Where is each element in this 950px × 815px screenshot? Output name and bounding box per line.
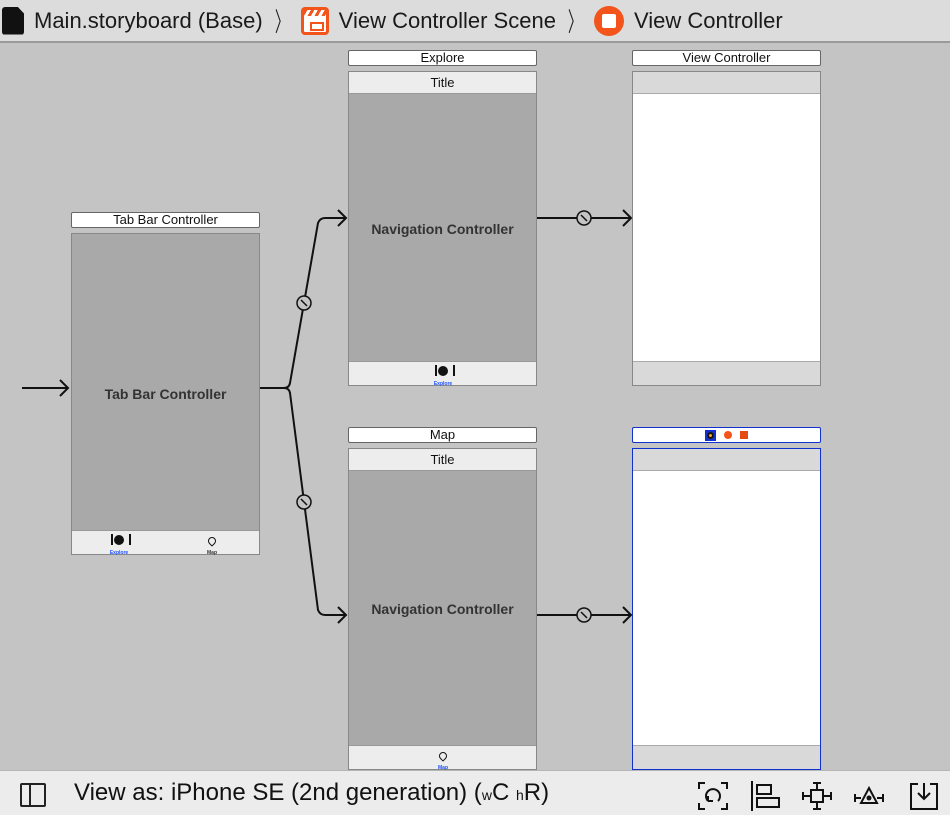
tab-label: Map [207,550,217,556]
tab-bar: Explore Map [72,530,259,556]
breadcrumb-item-scene[interactable]: View Controller Scene [300,6,556,35]
navigation-bar: Title [349,72,536,94]
tab-label: Explore [433,381,453,387]
navigation-controller-explore-frame[interactable]: Title Navigation Controller Explore [348,71,537,387]
tab-item-map[interactable]: Map [423,747,463,770]
breadcrumb-item-storyboard[interactable]: Main.storyboard (Base) [2,6,263,35]
tab-item-map[interactable]: Map [192,532,232,556]
fork-knife-icon [111,534,131,545]
breadcrumb-item-view-controller[interactable]: View Controller [593,5,783,36]
tab-bar: Map [349,745,536,770]
segue-badge [576,210,592,226]
view-as-label: View as: iPhone SE (2nd generation) ( [74,779,482,806]
tab-bar [633,361,820,385]
tab-label: Explore [109,550,129,556]
segue-badge [576,607,592,623]
embed-in-icon[interactable] [908,781,940,811]
segue-badge [296,494,312,510]
update-frames-icon[interactable] [697,781,729,811]
navigation-controller-map-frame[interactable]: Title Navigation Controller Map [348,448,537,770]
navigation-bar [633,449,820,471]
view-as-device-button[interactable]: View as: iPhone SE (2nd generation) (wC … [74,779,549,807]
map-pin-icon [206,535,218,547]
navigation-bar [633,72,820,94]
document-outline-toggle-icon[interactable] [20,783,46,807]
tab-item-explore[interactable]: Explore [99,532,139,556]
breadcrumb-label: View Controller Scene [338,7,556,33]
width-class-value: C [491,779,510,806]
add-new-constraints-icon[interactable] [801,781,833,811]
align-icon[interactable] [749,781,781,811]
fork-knife-icon [435,365,455,376]
relationship-segue-explore [260,209,348,389]
exit-icon[interactable] [740,431,748,439]
view-controller-map-frame[interactable] [632,448,821,770]
navigation-bar: Title [349,449,536,471]
height-class-prefix: h [515,787,524,803]
segue-badge [296,295,312,311]
map-pin-icon [437,750,449,762]
scene-label: Navigation Controller [371,601,514,617]
resolve-auto-layout-issues-icon[interactable] [853,781,885,811]
breadcrumb-label: View Controller [633,7,783,33]
tab-bar: Explore [349,361,536,387]
view-controller-icon[interactable] [705,429,716,441]
scene-title-map[interactable]: Map [348,427,537,443]
root-segue-explore [537,209,633,227]
bottom-bar: View as: iPhone SE (2nd generation) (wC … [0,770,950,815]
scene-icon [300,6,329,35]
tab-item-explore[interactable]: Explore [423,363,463,387]
view-controller-explore-frame[interactable] [632,71,821,386]
view-content[interactable] [633,471,820,745]
first-responder-icon[interactable] [724,431,732,439]
view-controller-icon [593,5,624,36]
width-class-prefix: w [481,787,492,803]
initial-vc-arrow [22,379,70,397]
scene-title-view-controller[interactable]: View Controller [632,50,821,66]
relationship-segue-map [283,387,348,624]
view-content[interactable] [633,94,820,361]
height-class-value: R [523,779,542,806]
scene-title-explore[interactable]: Explore [348,50,537,66]
jump-bar: Main.storyboard (Base) 〉 View Controller… [0,0,950,43]
scene-label: Navigation Controller [371,220,514,237]
breadcrumb-separator: 〉 [274,7,289,37]
storyboard-canvas[interactable]: Tab Bar Controller Tab Bar Controller Ex… [0,45,950,770]
tab-bar-controller-frame[interactable]: Tab Bar Controller Explore Map [71,233,260,556]
scene-title-tab-bar-controller[interactable]: Tab Bar Controller [71,212,260,228]
view-as-suffix: ) [541,779,550,806]
scene-dock[interactable] [632,427,821,443]
breadcrumb-label: Main.storyboard (Base) [34,7,263,33]
tab-bar [633,745,820,769]
root-segue-map [537,606,633,624]
breadcrumb-separator: 〉 [567,7,583,37]
scene-label: Tab Bar Controller [104,386,227,402]
storyboard-file-icon [2,6,24,35]
